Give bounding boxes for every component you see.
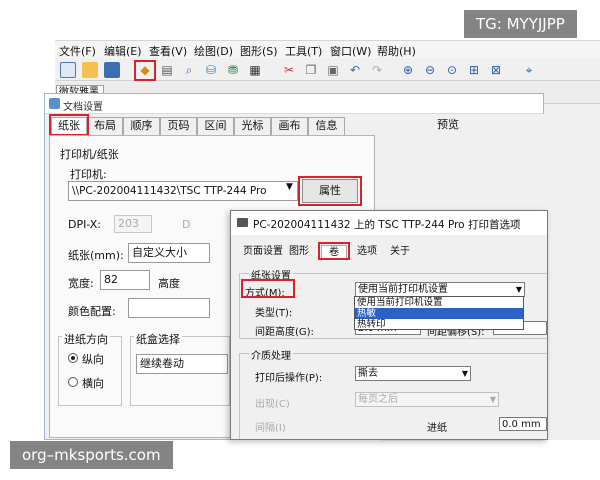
cut-icon[interactable]: ✂ xyxy=(281,62,297,78)
menu-window[interactable]: 窗口(W) xyxy=(330,43,371,59)
portrait-radio[interactable] xyxy=(68,353,78,363)
appear-value: 每页之后 xyxy=(358,394,398,405)
appear-label: 出现(C) xyxy=(255,399,290,410)
type-label: 类型(T): xyxy=(255,308,293,319)
gap-height-label: 间距高度(G): xyxy=(255,327,314,338)
dialog-titlebar: 文档设置 xyxy=(45,94,543,114)
menu-file[interactable]: 文件(F) xyxy=(59,43,96,59)
preview-label: 预览 xyxy=(437,118,459,131)
data-source-icon[interactable]: ⛃ xyxy=(225,62,241,78)
menu-shape[interactable]: 图形(S) xyxy=(240,43,278,59)
menu-bar: 文件(F) 编辑(E) 查看(V) 绘图(D) 图形(S) 工具(T) 窗口(W… xyxy=(55,41,600,58)
grid-icon[interactable]: ▦ xyxy=(247,62,263,78)
tray-group-title: 纸盒选择 xyxy=(134,331,182,347)
save-icon[interactable] xyxy=(104,62,120,78)
color-config-field[interactable] xyxy=(128,298,210,318)
method-dropdown-list: 使用当前打印机设置 热敏 热转印 xyxy=(354,296,524,330)
after-print-dropdown-arrow-icon[interactable]: ▼ xyxy=(462,367,468,380)
printer-label: 打印机: xyxy=(70,168,107,181)
paste-icon[interactable]: ▣ xyxy=(325,62,341,78)
highlight-paper-tab xyxy=(49,114,89,136)
media-handling-title: 介质处理 xyxy=(249,347,293,362)
dialog-app-icon xyxy=(49,98,60,109)
height-label: 高度 xyxy=(158,277,180,290)
printer-dropdown-arrow-icon[interactable]: ▼ xyxy=(286,182,293,192)
menu-help[interactable]: 帮助(H) xyxy=(377,43,416,59)
printer-icon xyxy=(237,218,248,227)
paper-size-select[interactable]: 自定义大小 xyxy=(128,243,210,263)
printer-dialog-title: PC-202004111432 上的 TSC TTP-244 Pro 打印首选项 xyxy=(253,219,521,231)
zoom-page-icon[interactable]: ⊞ xyxy=(466,62,482,78)
radio-dot-icon xyxy=(71,356,75,360)
new-icon[interactable] xyxy=(60,62,76,78)
tab-options[interactable]: 选项 xyxy=(353,245,381,261)
appear-dropdown-arrow-icon[interactable]: ▼ xyxy=(490,393,496,406)
watermark-bottom: org–mksports.com xyxy=(10,441,173,469)
portrait-label: 纵向 xyxy=(82,353,104,366)
open-icon[interactable] xyxy=(82,62,98,78)
highlight-document-settings xyxy=(134,60,156,81)
tab-range[interactable]: 区间 xyxy=(197,117,234,135)
tab-canvas[interactable]: 画布 xyxy=(271,117,308,135)
printer-dialog-titlebar: PC-202004111432 上的 TSC TTP-244 Pro 打印首选项 xyxy=(231,211,547,235)
feed-label: 进纸 xyxy=(427,423,447,434)
tab-cursor[interactable]: 光标 xyxy=(234,117,271,135)
paper-size-label: 纸张(mm): xyxy=(68,249,124,262)
zoom-fit-icon[interactable]: ⊙ xyxy=(444,62,460,78)
print-icon[interactable]: ▤ xyxy=(159,62,175,78)
dialog-title: 文档设置 xyxy=(63,102,103,113)
highlight-properties-button xyxy=(298,176,362,206)
menu-draw[interactable]: 绘图(D) xyxy=(194,43,233,59)
undo-icon[interactable]: ↶ xyxy=(347,62,363,78)
landscape-label: 横向 xyxy=(82,377,104,390)
tab-info[interactable]: 信息 xyxy=(308,117,345,135)
width-label: 宽度: xyxy=(68,277,94,290)
after-print-label: 打印后操作(P): xyxy=(255,373,323,384)
database-icon[interactable]: ⛁ xyxy=(203,62,219,78)
tab-page-setup[interactable]: 页面设置 xyxy=(241,245,285,261)
method-dropdown-arrow-icon[interactable]: ▼ xyxy=(516,283,522,296)
menu-edit[interactable]: 编辑(E) xyxy=(104,43,142,59)
print-preview-icon[interactable]: ⌕ xyxy=(181,62,197,78)
dropdown-option-thermal-transfer[interactable]: 热转印 xyxy=(355,319,523,330)
color-config-label: 颜色配置: xyxy=(68,305,116,318)
method-select[interactable]: 使用当前打印机设置 ▼ xyxy=(355,282,525,297)
printer-paper-group-title: 打印机/纸张 xyxy=(60,148,119,161)
menu-tools[interactable]: 工具(T) xyxy=(285,43,322,59)
zoom-in-icon[interactable]: ⊕ xyxy=(400,62,416,78)
width-field[interactable]: 82 xyxy=(100,270,150,290)
after-print-select[interactable]: 撕去 ▼ xyxy=(355,366,471,381)
menu-view[interactable]: 查看(V) xyxy=(149,43,187,59)
tray-select[interactable]: 继续卷动 xyxy=(136,354,228,374)
zoom-width-icon[interactable]: ⊠ xyxy=(488,62,504,78)
landscape-radio[interactable] xyxy=(68,377,78,387)
redo-icon[interactable]: ↷ xyxy=(369,62,385,78)
pan-icon[interactable]: ⌖ xyxy=(521,62,537,78)
interval-label: 间隔(I) xyxy=(255,423,286,434)
tab-order[interactable]: 顺序 xyxy=(123,117,160,135)
dpi-y-label: D xyxy=(182,218,191,231)
appear-select[interactable]: 每页之后 ▼ xyxy=(355,392,499,407)
highlight-method-label xyxy=(241,279,295,298)
after-print-value: 撕去 xyxy=(358,368,378,379)
dpi-x-field[interactable]: 203 xyxy=(114,215,152,233)
direction-group-title: 进纸方向 xyxy=(62,331,110,347)
dpi-x-label: DPI-X: xyxy=(68,218,102,231)
copy-icon[interactable]: ❐ xyxy=(303,62,319,78)
tab-about[interactable]: 关于 xyxy=(387,245,413,261)
dropdown-option-current[interactable]: 使用当前打印机设置 xyxy=(355,297,523,308)
tab-page-number[interactable]: 页码 xyxy=(160,117,197,135)
printer-select[interactable]: \\PC-202004111432\TSC TTP-244 Pro xyxy=(68,181,298,201)
watermark-top: TG: MYYJJPP xyxy=(464,10,577,38)
method-value: 使用当前打印机设置 xyxy=(358,284,448,295)
tab-layout[interactable]: 布局 xyxy=(87,117,123,135)
dropdown-option-thermal[interactable]: 热敏 xyxy=(355,308,523,319)
tab-graphics[interactable]: 图形 xyxy=(285,245,313,261)
zoom-out-icon[interactable]: ⊖ xyxy=(422,62,438,78)
highlight-roll-tab xyxy=(318,242,350,260)
feed-field[interactable]: 0.0 mm xyxy=(499,417,547,431)
